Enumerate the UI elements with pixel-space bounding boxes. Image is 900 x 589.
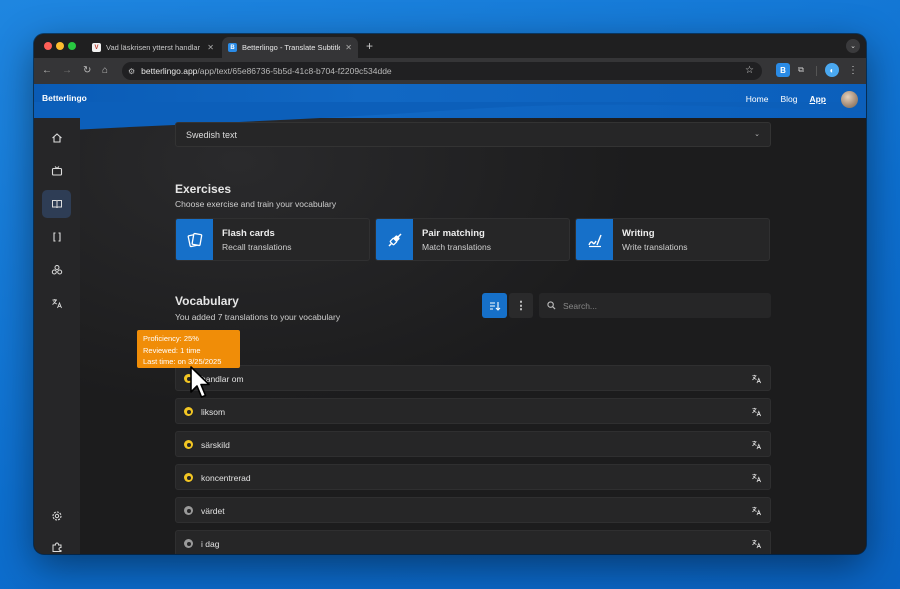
url-text: betterlingo.app/app/text/65e86736-5b5d-4… [141,66,392,76]
top-navigation: Home Blog App [746,94,826,104]
sort-icon [489,301,500,311]
back-arrow-icon[interactable]: ← [42,64,52,78]
nav-app-link[interactable]: App [809,94,826,104]
chevron-down-icon: ⌄ [754,131,760,138]
vocabulary-word: särskild [201,440,230,450]
extensions-puzzle-icon[interactable]: ⧉ [794,63,808,77]
translate-icon[interactable] [751,373,762,384]
toolbar-divider [816,66,817,76]
tab-favicon: B [228,43,237,52]
vocabulary-item[interactable]: i dag [175,530,771,554]
proficiency-indicator[interactable] [184,407,193,416]
card-title: Writing [622,227,655,239]
brackets-icon[interactable] [42,223,71,251]
tab-title: Betterlingo - Translate Subtitles [242,43,341,52]
proficiency-indicator[interactable] [184,539,193,548]
vocabulary-word: i dag [201,539,220,549]
vocabulary-item[interactable]: koncentrerad [175,464,771,490]
reload-icon[interactable]: ↻ [83,64,91,78]
writing-icon [576,219,613,260]
card-subtitle: Write translations [622,241,688,252]
book-icon[interactable] [42,190,71,218]
exercises-subtitle: Choose exercise and train your vocabular… [175,199,337,209]
betterlingo-extension-icon[interactable]: B [776,63,790,77]
app-sidebar [34,118,80,554]
exercises-title: Exercises [175,182,232,196]
exercise-card-pair-matching[interactable]: Pair matching Match translations [375,218,570,261]
tab-search-button[interactable]: ⌄ [846,39,860,53]
tooltip-reviewed: Reviewed: 1 time [143,345,201,355]
tab-strip: V Vad läskrisen ytterst handlar om ✕ B B… [34,34,866,58]
minimize-window-button[interactable] [56,42,64,50]
flash-cards-icon [176,219,213,260]
card-title: Pair matching [422,227,485,239]
vocabulary-word: värdet [201,506,225,516]
settings-icon[interactable] [42,502,71,530]
proficiency-tooltip: Proficiency: 25% Reviewed: 1 time Last t… [137,330,240,368]
card-subtitle: Match translations [422,241,491,252]
pair-matching-icon [376,219,413,260]
translate-icon[interactable] [751,505,762,516]
card-title: Flash cards [222,227,275,239]
address-bar[interactable]: ⚙ betterlingo.app/app/text/65e86736-5b5d… [122,62,762,80]
select-value: Swedish text [186,129,238,140]
proficiency-indicator[interactable] [184,473,193,482]
browser-menu-icon[interactable]: ⋮ [846,63,860,77]
new-tab-button[interactable]: + [366,39,373,53]
more-options-button[interactable]: ⋮ [509,293,533,318]
search-input[interactable] [563,300,753,311]
translate-icon[interactable] [751,406,762,417]
bookmark-star-icon[interactable]: ☆ [745,65,754,76]
mouse-pointer-icon [190,366,210,398]
tooltip-proficiency: Proficiency: 25% [143,334,199,343]
url-path: /app/text/65e86736-5b5d-41c8-b704-f2209c… [197,66,392,76]
zoom-window-button[interactable] [68,42,76,50]
profile-icon[interactable]: ◐ [825,63,839,77]
site-settings-icon[interactable]: ⚙ [128,67,135,76]
text-language-select[interactable]: Swedish text ⌄ [175,122,771,147]
puzzle-icon[interactable] [42,533,71,554]
exercise-card-flash-cards[interactable]: Flash cards Recall translations [175,218,370,261]
proficiency-indicator[interactable] [184,506,193,515]
translate-icon[interactable] [751,538,762,549]
home-icon[interactable] [42,124,71,152]
vocabulary-item[interactable]: särskild [175,431,771,457]
vocabulary-item[interactable]: värdet [175,497,771,523]
vocabulary-item[interactable]: liksom [175,398,771,424]
vocabulary-word: koncentrerad [201,473,251,483]
search-icon [547,301,556,310]
user-avatar[interactable] [841,91,858,108]
nav-blog-link[interactable]: Blog [780,94,797,104]
forward-arrow-icon[interactable]: → [62,64,72,78]
vocabulary-item[interactable]: handlar om [175,365,771,391]
browser-toolbar: ← → ↻ ⌂ ⚙ betterlingo.app/app/text/65e86… [34,58,866,84]
home-icon[interactable]: ⌂ [102,64,108,78]
vocabulary-word: liksom [201,407,226,417]
translate-icon[interactable] [751,439,762,450]
close-tab-icon[interactable]: ✕ [207,43,214,52]
proficiency-indicator[interactable] [184,440,193,449]
url-host: betterlingo.app [141,66,198,76]
exercise-card-writing[interactable]: Writing Write translations [575,218,770,261]
browser-window: V Vad läskrisen ytterst handlar om ✕ B B… [34,34,866,554]
card-subtitle: Recall translations [222,241,292,252]
tv-icon[interactable] [42,157,71,185]
nav-home-link[interactable]: Home [746,94,769,104]
close-window-button[interactable] [44,42,52,50]
tab-favicon: V [92,43,101,52]
vocabulary-search[interactable] [539,293,771,318]
browser-tab-2[interactable]: B Betterlingo - Translate Subtitles ✕ [222,37,358,58]
translate-icon[interactable] [751,472,762,483]
translate-icon[interactable] [42,289,71,317]
vocabulary-subtitle: You added 7 translations to your vocabul… [175,312,341,322]
sort-button[interactable] [482,293,507,318]
close-tab-icon[interactable]: ✕ [345,43,352,52]
browser-tab-1[interactable]: V Vad läskrisen ytterst handlar om ✕ [86,37,220,58]
group-icon[interactable] [42,256,71,284]
tab-title: Vad läskrisen ytterst handlar om [106,43,203,52]
brand-logo[interactable]: Betterlingo [42,93,87,103]
web-page: Betterlingo Home Blog App Swedish text ⌄… [34,84,866,554]
vocabulary-title: Vocabulary [175,294,239,308]
